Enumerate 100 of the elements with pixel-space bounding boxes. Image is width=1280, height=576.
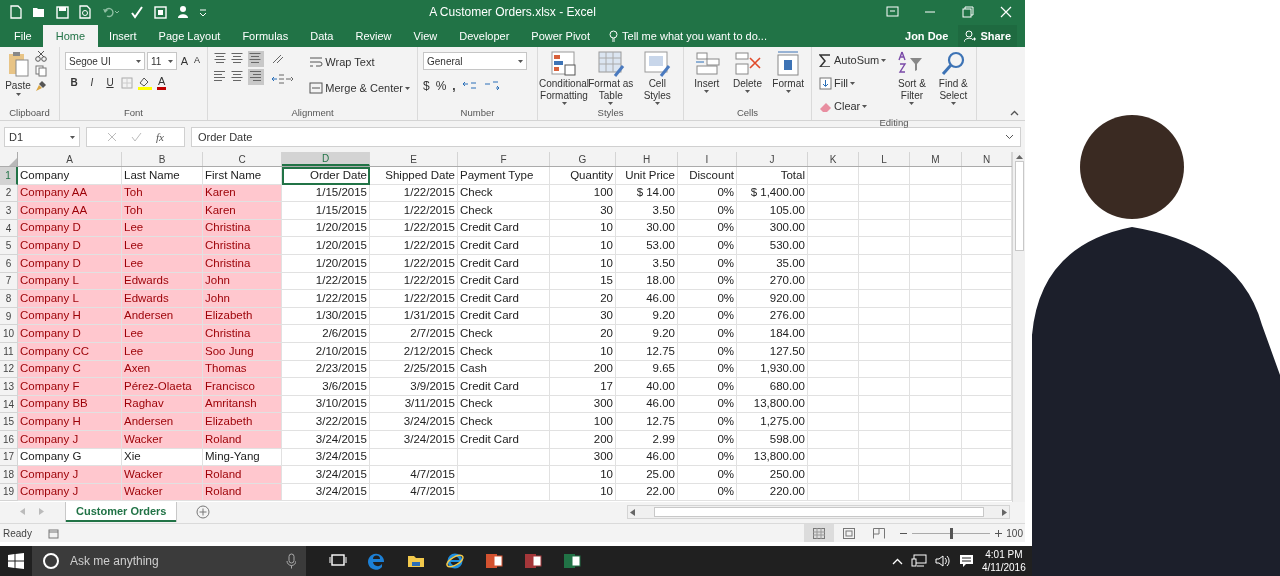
row-header[interactable]: 13 <box>0 378 18 396</box>
font-color-button[interactable]: A <box>157 75 167 90</box>
ribbon-button[interactable]: Sort & Filter <box>894 50 930 116</box>
close-icon[interactable] <box>999 6 1013 18</box>
clock-time[interactable]: 4:01 PM <box>985 548 1023 561</box>
comma-style-button[interactable]: , <box>452 77 456 95</box>
ribbon-button[interactable]: AutoSum <box>817 50 889 70</box>
column-header[interactable]: M <box>910 152 962 166</box>
new-document-icon[interactable] <box>10 5 22 19</box>
wrap-text-button[interactable]: Wrap Text <box>307 52 412 72</box>
ribbon-tab[interactable]: View <box>402 25 449 47</box>
bold-button[interactable]: B <box>67 75 81 90</box>
edge-browser-icon[interactable] <box>367 551 387 571</box>
zoom-slider-thumb[interactable] <box>949 527 953 539</box>
form-icon[interactable] <box>154 5 167 19</box>
print-preview-icon[interactable] <box>79 5 92 19</box>
spreadsheet-app-icon[interactable] <box>562 551 582 571</box>
normal-view-icon[interactable] <box>813 527 826 539</box>
font-name-dropdown[interactable]: Segoe UI <box>65 52 146 70</box>
underline-button[interactable]: U <box>103 75 117 90</box>
scroll-left-icon[interactable] <box>630 508 635 516</box>
ribbon-tab[interactable]: Power Pivot <box>520 25 602 47</box>
ribbon-button[interactable]: Format as Table <box>588 50 634 106</box>
page-break-view-icon[interactable] <box>873 527 886 539</box>
copy-icon[interactable] <box>35 65 49 77</box>
formula-input[interactable]: Order Date <box>190 127 1021 147</box>
row-header[interactable]: 18 <box>0 466 18 484</box>
column-header[interactable]: J <box>737 152 808 166</box>
notifications-icon[interactable] <box>959 554 974 568</box>
column-header[interactable]: I <box>678 152 737 166</box>
tell-me-field[interactable]: Tell me what you want to do... <box>609 25 767 47</box>
name-box[interactable]: D1 <box>4 127 80 147</box>
ribbon-button[interactable]: Fill <box>817 73 889 93</box>
scroll-thumb[interactable] <box>653 507 984 517</box>
page-layout-view-icon[interactable] <box>843 527 856 539</box>
column-header[interactable]: K <box>808 152 859 166</box>
undo-icon[interactable] <box>102 6 120 18</box>
column-header[interactable]: H <box>616 152 678 166</box>
clock-date[interactable]: 4/11/2016 <box>982 561 1026 574</box>
italic-button[interactable]: I <box>85 75 99 90</box>
ribbon-button[interactable]: Insert <box>687 50 727 106</box>
column-header[interactable]: B <box>122 152 203 166</box>
row-header[interactable]: 10 <box>0 325 18 343</box>
ribbon-tab[interactable]: Developer <box>448 25 521 47</box>
ribbon-button[interactable]: Clear <box>817 96 889 116</box>
speaker-icon[interactable] <box>935 554 951 568</box>
row-header[interactable]: 1 <box>0 167 18 185</box>
number-format-dropdown[interactable]: General <box>423 52 527 70</box>
increase-font-size-button[interactable]: A <box>178 52 190 70</box>
ribbon-tab[interactable]: Formulas <box>231 25 300 47</box>
align-right-icon[interactable] <box>247 69 264 85</box>
sheet-tab[interactable]: Customer Orders <box>66 502 177 522</box>
ribbon-tab[interactable]: File <box>3 25 43 47</box>
microphone-icon[interactable] <box>286 553 296 569</box>
row-header[interactable]: 15 <box>0 413 18 431</box>
column-header[interactable]: E <box>370 152 458 166</box>
add-sheet-icon[interactable] <box>196 504 211 519</box>
customize-toolbar-icon[interactable] <box>199 7 207 17</box>
row-header[interactable]: 5 <box>0 237 18 255</box>
row-header[interactable]: 8 <box>0 290 18 308</box>
ribbon-button[interactable]: Format <box>768 50 808 106</box>
ribbon-tab[interactable]: Data <box>299 25 345 47</box>
currency-button[interactable]: $ <box>423 77 430 95</box>
column-header[interactable]: L <box>859 152 910 166</box>
ribbon-button[interactable]: Find & Select <box>935 50 971 116</box>
windows-start-icon[interactable] <box>8 553 24 569</box>
scroll-thumb[interactable] <box>1014 161 1024 251</box>
font-size-dropdown[interactable]: 11 <box>147 52 177 70</box>
folder-icon[interactable] <box>32 6 46 18</box>
presentation-app-icon[interactable] <box>484 551 504 571</box>
paintbrush-icon[interactable] <box>35 80 47 92</box>
database-app-icon[interactable] <box>523 551 543 571</box>
ribbon-button[interactable]: Conditional Formatting <box>541 50 587 106</box>
column-header[interactable]: D <box>282 152 370 166</box>
spelling-check-icon[interactable] <box>130 5 144 19</box>
save-icon[interactable] <box>56 5 69 19</box>
row-header[interactable]: 3 <box>0 202 18 220</box>
search-field[interactable]: Ask me anything <box>32 546 306 576</box>
decrease-font-size-button[interactable]: A <box>192 54 202 68</box>
ribbon-tab[interactable]: Page Layout <box>147 25 232 47</box>
percent-button[interactable]: % <box>435 77 447 95</box>
bottom-align-icon[interactable] <box>247 51 264 67</box>
ribbon-button[interactable]: Delete <box>727 50 768 106</box>
fill-color-icon[interactable] <box>137 75 153 90</box>
collapse-ribbon-icon[interactable] <box>1010 110 1019 116</box>
cut-icon[interactable] <box>35 50 47 62</box>
zoom-in-icon[interactable] <box>995 529 1003 537</box>
column-header[interactable]: A <box>18 152 122 166</box>
ribbon-button[interactable]: Cell Styles <box>634 50 680 106</box>
ribbon-tab[interactable]: Home <box>42 25 99 47</box>
network-icon[interactable] <box>911 554 927 568</box>
paste-button[interactable]: Paste <box>4 50 32 96</box>
macro-record-icon[interactable] <box>47 527 59 539</box>
horizontal-scrollbar[interactable] <box>627 505 1010 519</box>
restore-icon[interactable] <box>961 6 975 18</box>
internet-explorer-icon[interactable] <box>445 551 465 571</box>
insert-function-button[interactable]: fx <box>156 128 164 146</box>
share-button[interactable]: Share <box>958 25 1017 47</box>
show-hidden-icons-icon[interactable] <box>892 557 903 565</box>
ribbon-tab[interactable]: Review <box>344 25 403 47</box>
